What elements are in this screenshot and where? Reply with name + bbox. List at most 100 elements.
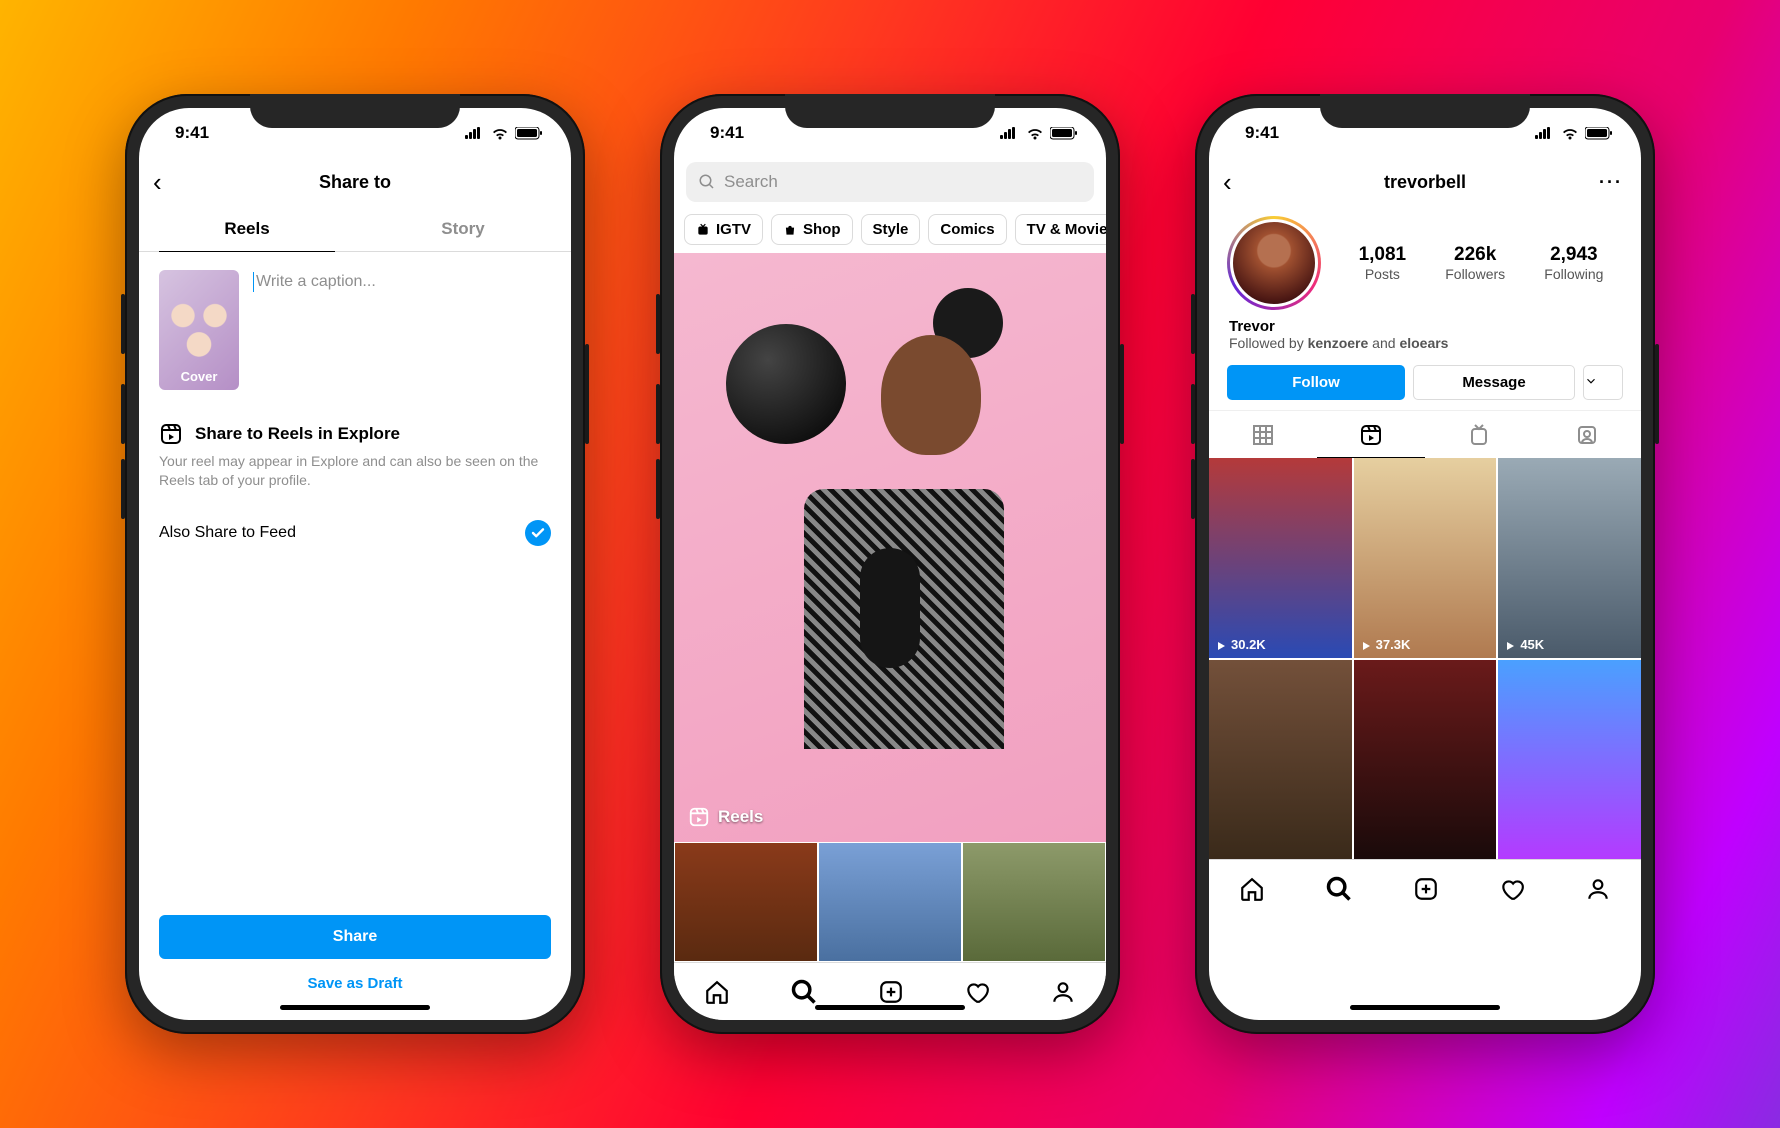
profile-icon[interactable]: [1050, 979, 1076, 1005]
cover-label: Cover: [181, 369, 218, 384]
message-button[interactable]: Message: [1413, 365, 1575, 400]
phone-explore: 9:41 Search IGTV Shop Style Comics TV & …: [660, 94, 1120, 1034]
bottom-nav: [674, 962, 1106, 1020]
home-indicator: [1350, 1005, 1500, 1010]
add-post-icon[interactable]: [878, 979, 904, 1005]
share-to-feed-label: Also Share to Feed: [159, 524, 296, 542]
status-time: 9:41: [710, 123, 744, 143]
search-placeholder: Search: [724, 172, 778, 192]
battery-icon: [1050, 127, 1078, 140]
shop-icon: [783, 223, 797, 237]
view-count: 37.3K: [1376, 637, 1411, 652]
profile-avatar[interactable]: [1227, 216, 1321, 310]
share-tabs: Reels Story: [139, 206, 571, 252]
chip-shop[interactable]: Shop: [771, 214, 853, 245]
share-header: ‹ Share to: [139, 158, 571, 206]
chip-tv-movies[interactable]: TV & Movies: [1015, 214, 1106, 245]
phone-profile: 9:41 ‹ trevorbell ··· 1,081Posts 226kFol…: [1195, 94, 1655, 1034]
phone-notch: [250, 94, 460, 128]
play-icon: [1360, 640, 1372, 652]
reel-thumbnail[interactable]: [1498, 660, 1641, 860]
battery-icon: [1585, 127, 1613, 140]
suggested-dropdown-button[interactable]: [1583, 365, 1623, 400]
battery-icon: [515, 127, 543, 140]
chip-comics[interactable]: Comics: [928, 214, 1006, 245]
explore-hero-reel[interactable]: Reels: [674, 253, 1106, 842]
checkmark-icon[interactable]: [525, 520, 551, 546]
share-to-feed-row[interactable]: Also Share to Feed: [139, 504, 571, 562]
signal-icon: [465, 127, 485, 139]
status-time: 9:41: [1245, 123, 1279, 143]
tab-reels[interactable]: [1317, 411, 1425, 458]
reel-thumbnail[interactable]: [1209, 660, 1352, 860]
back-icon[interactable]: ‹: [1223, 167, 1232, 198]
save-draft-button[interactable]: Save as Draft: [159, 975, 551, 992]
tab-reels[interactable]: Reels: [139, 206, 355, 251]
explore-tile[interactable]: [962, 842, 1106, 962]
search-input[interactable]: Search: [686, 162, 1094, 202]
profile-stats: 1,081Posts 226kFollowers 2,943Following: [1339, 244, 1623, 282]
explore-thumbnails: [674, 842, 1106, 962]
reel-thumbnail[interactable]: 37.3K: [1354, 458, 1497, 658]
stat-following[interactable]: 2,943Following: [1544, 244, 1603, 282]
follow-button[interactable]: Follow: [1227, 365, 1405, 400]
home-icon[interactable]: [1239, 876, 1265, 902]
more-icon[interactable]: ···: [1599, 172, 1623, 193]
explore-tile[interactable]: [818, 842, 962, 962]
signal-icon: [1535, 127, 1555, 139]
page-title: Share to: [319, 172, 391, 193]
reels-badge: Reels: [688, 806, 763, 828]
home-icon[interactable]: [704, 979, 730, 1005]
profile-tabs: [1209, 410, 1641, 458]
tab-grid[interactable]: [1209, 411, 1317, 458]
share-explore-desc: Your reel may appear in Explore and can …: [159, 452, 551, 490]
explore-tile[interactable]: [674, 842, 818, 962]
play-icon: [1504, 640, 1516, 652]
wifi-icon: [1561, 127, 1579, 140]
status-time: 9:41: [175, 123, 209, 143]
chip-style[interactable]: Style: [861, 214, 921, 245]
hero-person-image: [674, 253, 1106, 842]
wifi-icon: [491, 127, 509, 140]
category-chips: IGTV Shop Style Comics TV & Movies: [674, 206, 1106, 253]
back-icon[interactable]: ‹: [153, 167, 162, 198]
home-indicator: [815, 1005, 965, 1010]
phone-share-to: 9:41 ‹ Share to Reels Story Cover Write …: [125, 94, 585, 1034]
reels-icon: [688, 806, 710, 828]
view-count: 30.2K: [1231, 637, 1266, 652]
stat-posts[interactable]: 1,081Posts: [1359, 244, 1407, 282]
profile-username: trevorbell: [1384, 172, 1466, 193]
reel-thumbnail[interactable]: 45K: [1498, 458, 1641, 658]
phone-notch: [1320, 94, 1530, 128]
chip-igtv[interactable]: IGTV: [684, 214, 763, 245]
search-icon[interactable]: [790, 978, 818, 1006]
tab-igtv[interactable]: [1425, 411, 1533, 458]
igtv-icon: [696, 223, 710, 237]
activity-icon[interactable]: [964, 979, 990, 1005]
play-icon: [1215, 640, 1227, 652]
profile-header: ‹ trevorbell ···: [1209, 158, 1641, 206]
phone-notch: [785, 94, 995, 128]
share-explore-title: Share to Reels in Explore: [195, 424, 400, 444]
display-name: Trevor: [1229, 318, 1275, 335]
view-count: 45K: [1520, 637, 1544, 652]
stat-followers[interactable]: 226kFollowers: [1445, 244, 1505, 282]
caption-input[interactable]: Write a caption...: [253, 270, 551, 292]
followed-by-text: Followed by kenzoere and eloears: [1229, 335, 1621, 351]
reel-thumbnail[interactable]: 30.2K: [1209, 458, 1352, 658]
reel-thumbnail[interactable]: [1354, 660, 1497, 860]
tab-tagged[interactable]: [1533, 411, 1641, 458]
tab-story[interactable]: Story: [355, 206, 571, 251]
reels-grid: 30.2K 37.3K 45K: [1209, 458, 1641, 859]
reels-icon: [159, 422, 183, 446]
add-post-icon[interactable]: [1413, 876, 1439, 902]
profile-icon[interactable]: [1585, 876, 1611, 902]
search-icon: [698, 173, 716, 191]
signal-icon: [1000, 127, 1020, 139]
wifi-icon: [1026, 127, 1044, 140]
share-button[interactable]: Share: [159, 915, 551, 959]
home-indicator: [280, 1005, 430, 1010]
activity-icon[interactable]: [1499, 876, 1525, 902]
cover-thumbnail[interactable]: Cover: [159, 270, 239, 390]
search-icon[interactable]: [1325, 875, 1353, 903]
